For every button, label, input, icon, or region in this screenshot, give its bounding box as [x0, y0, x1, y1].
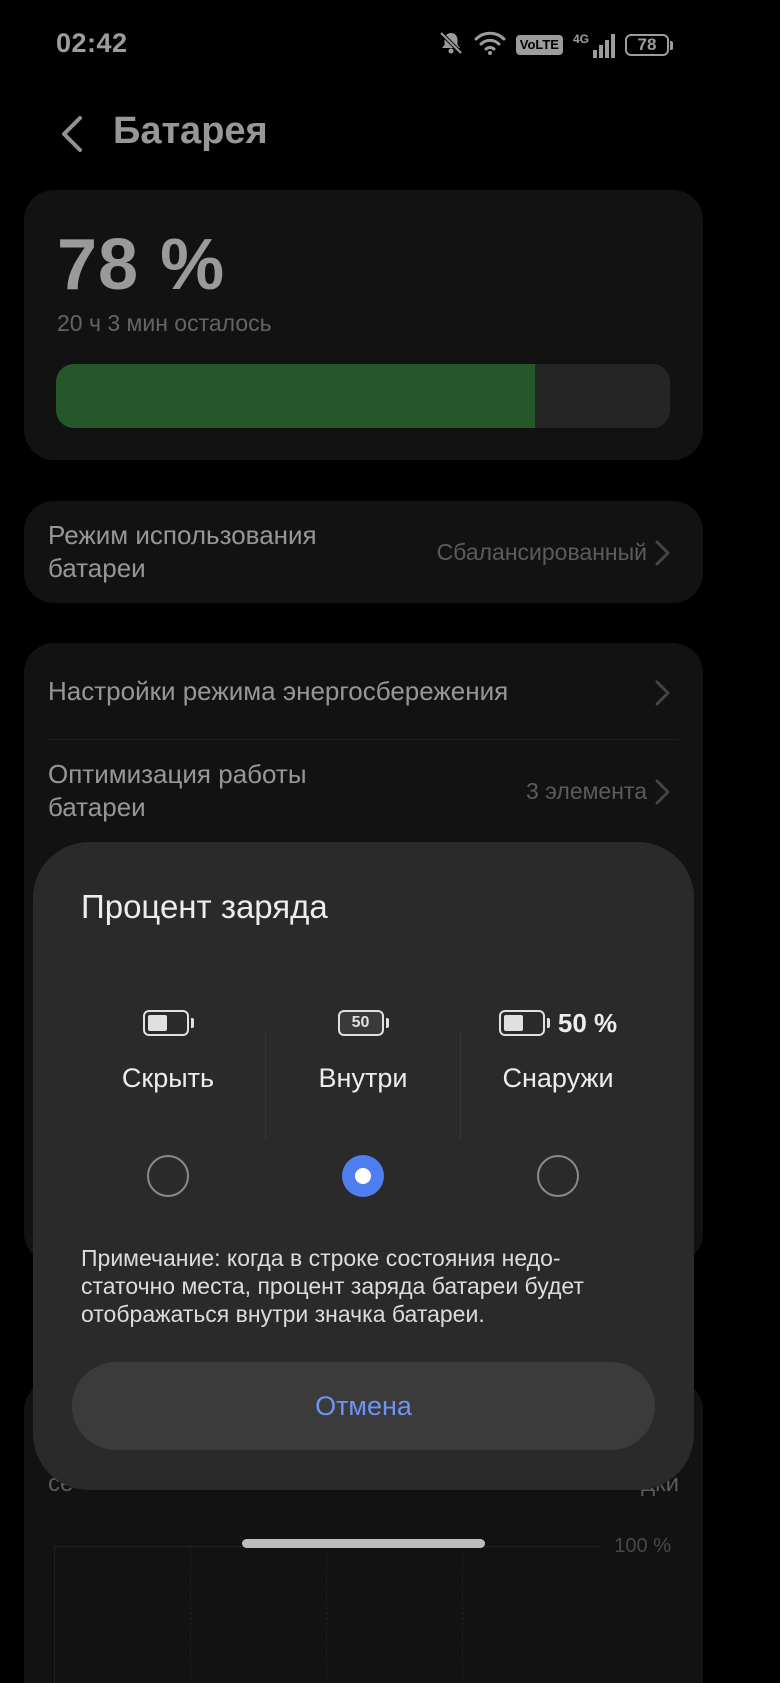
dialog-title: Процент заряда: [81, 888, 328, 925]
dialog-note: Примечание: когда в строке состояния нед…: [81, 1245, 584, 1327]
radio-outside[interactable]: [537, 1155, 579, 1197]
option-inside-label: Внутри: [318, 1063, 408, 1093]
battery-outside-icon: 50 %: [461, 1005, 655, 1041]
battery-inside-icon: 50: [266, 1005, 460, 1041]
battery-percent-dialog: Процент заряда Скрыть 50 Внутри 50 % Сна…: [33, 842, 694, 1490]
radio-inside-selected[interactable]: [342, 1155, 384, 1197]
option-inside[interactable]: 50 Внутри: [266, 997, 460, 1207]
option-hide[interactable]: Скрыть: [71, 997, 265, 1207]
option-outside-label: Снаружи: [502, 1063, 614, 1093]
option-hide-label: Скрыть: [121, 1063, 215, 1093]
battery-settings-screen: 02:42 VoLTE 4G 78 Батарея 78 % 20 ч 3 ми…: [0, 0, 727, 1683]
radio-hide[interactable]: [147, 1155, 189, 1197]
cancel-button[interactable]: Отмена: [72, 1362, 655, 1450]
home-indicator[interactable]: [242, 1539, 485, 1548]
battery-hidden-icon: [71, 1005, 265, 1041]
outside-icon-text: 50 %: [557, 1007, 618, 1038]
option-outside[interactable]: 50 % Снаружи: [461, 997, 655, 1207]
inside-icon-text: 50: [351, 1014, 370, 1031]
